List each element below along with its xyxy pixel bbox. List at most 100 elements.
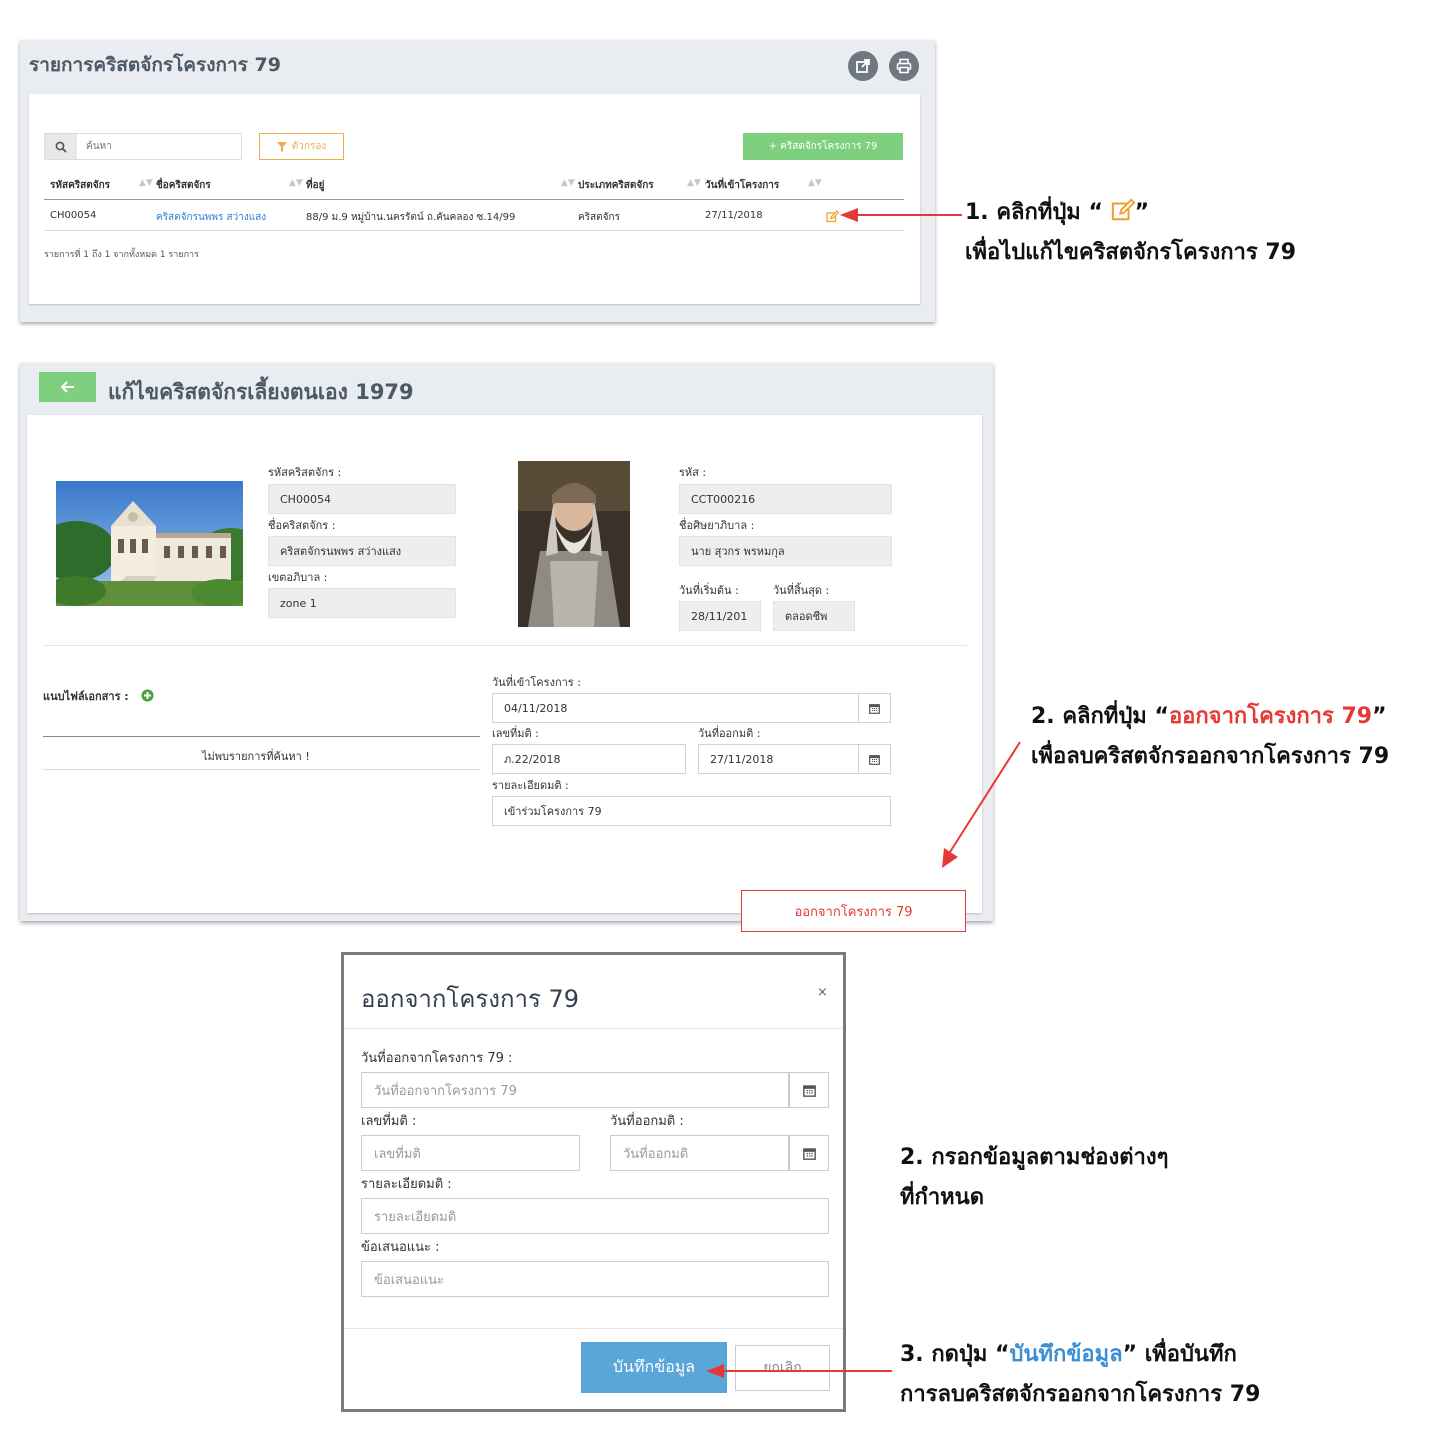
col-header-name[interactable]: ชื่อคริสตจักร [156,178,211,193]
search-icon [45,134,77,159]
attach-table-header-line [43,736,480,737]
annotation-step1-line2: เพื่อไปแก้ไขคริสตจักรโครงการ 79 [965,239,1296,265]
back-button[interactable] [39,372,96,402]
cell-name-link[interactable]: คริสตจักรนพพร สว่างแสง [156,210,266,225]
annotation-step2: 2. คลิกที่ปุ่ม “ออกจากโครงการ 79” เพื่อล… [1031,697,1389,776]
table-header-divider [44,199,904,200]
church-code-label: รหัสคริสตจักร : [268,466,342,479]
leave-date-label: วันที่ออกจากโครงการ 79 : [361,1051,513,1066]
plus-circle-icon [141,689,154,702]
annotation-step2b: 2. กรอกข้อมูลตามช่องต่างๆ ที่กำหนด [900,1138,1168,1217]
arrow-annotation-2 [942,741,1021,868]
external-link-icon [856,59,870,73]
col-header-join-date[interactable]: วันที่เข้าโครงการ [705,178,779,193]
suggestion-input[interactable]: ข้อเสนอแนะ [361,1261,829,1297]
calendar-icon [802,1147,816,1160]
annotation-step3-line2: การลบคริสตจักรออกจากโครงการ 79 [900,1381,1261,1407]
church-list-panel: รายการคริสตจักรโครงการ 79 ตัวกรอง + คริส… [20,40,935,322]
cell-address: 88/9 ม.9 หมู่บ้าน.นครรัตน์ ถ.คันคลอง ซ.1… [306,212,516,223]
export-button[interactable] [848,51,878,81]
detail-input[interactable]: รายละเอียดมติ [361,1198,829,1234]
search-input[interactable] [77,134,237,159]
church-photo [56,481,243,606]
no-result-text: ไม่พบรายการที่ค้นหา ! [202,750,310,763]
church-code-field: CH00054 [268,484,456,514]
cell-join-date: 27/11/2018 [705,210,763,221]
district-label: เขตอภิบาล : [268,571,328,584]
print-icon [896,58,912,74]
resolution-no-input[interactable]: เลขที่มติ [361,1135,580,1171]
detail-label: รายละเอียดมติ : [361,1177,452,1192]
filter-label: ตัวกรอง [291,141,327,152]
end-date-label: วันที่สิ้นสุด : [773,584,830,597]
resolution-date-input[interactable]: 27/11/2018 [698,744,859,774]
modal-footer-divider [344,1328,843,1329]
annotation-step3-prefix: 3. กดปุ่ม “ [900,1342,1010,1367]
resolution-no-label: เลขที่มติ : [361,1114,417,1129]
annotation-step1-suffix: ” [1134,200,1150,225]
resolution-date-input[interactable]: วันที่ออกมติ [610,1135,789,1171]
annotation-step2-prefix: 2. คลิกที่ปุ่ม “ [1031,704,1169,729]
detail-input[interactable]: เข้าร่วมโครงการ 79 [492,796,891,826]
district-field: zone 1 [268,588,456,618]
leave-project-button[interactable]: ออกจากโครงการ 79 [741,890,966,932]
col-header-code[interactable]: รหัสคริสตจักร [50,178,110,193]
sort-icon[interactable]: ▲▼ [561,178,575,188]
annotation-step3-suffix: ” เพื่อบันทึก [1122,1342,1237,1367]
section-divider [43,645,967,646]
end-date-field: ตลอดชีพ [773,601,855,631]
cell-type: คริสตจักร [578,212,620,223]
annotation-step2-line2: เพื่อลบคริสตจักรออกจากโครงการ 79 [1031,743,1390,769]
church-name-label: ชื่อคริสตจักร : [268,519,336,532]
arrow-left-icon [60,381,74,393]
pastor-field: นาย สุวกร พรหมกุล [679,536,892,566]
annotation-step1: 1. คลิกที่ปุ่ม “ ” เพื่อไปแก้ไขคริสตจักร… [965,193,1296,272]
sort-icon[interactable]: ▲▼ [687,178,701,188]
calendar-button[interactable] [859,693,891,723]
sort-icon[interactable]: ▲▼ [808,178,822,188]
col-header-type[interactable]: ประเภทคริสตจักร [578,178,654,193]
search-box[interactable] [44,133,242,160]
list-card: ตัวกรอง + คริสตจักรโครงการ 79 รหัสคริสตจ… [29,94,920,304]
sort-icon[interactable]: ▲▼ [289,178,303,188]
add-attachment-button[interactable] [141,687,154,706]
pastor-label: ชื่อศิษยาภิบาล : [679,519,755,532]
modal-title: ออกจากโครงการ 79 [361,985,580,1013]
annotation-step1-prefix: 1. คลิกที่ปุ่ม “ [965,200,1111,225]
filter-button[interactable]: ตัวกรอง [259,133,344,160]
resolution-date-label: วันที่ออกมติ : [698,727,761,740]
start-date-label: วันที่เริ่มต้น : [679,584,739,597]
arrow-annotation-1 [840,208,962,222]
edit-icon [1111,198,1135,221]
close-icon[interactable]: × [817,985,828,1000]
col-header-address[interactable]: ที่อยู่ [306,178,324,193]
resolution-no-input[interactable]: ภ.22/2018 [492,744,686,774]
start-date-field: 28/11/201 [679,601,761,631]
calendar-button[interactable] [789,1135,829,1171]
calendar-button[interactable] [789,1072,829,1108]
attach-label: แนบไฟล์เอกสาร : [43,690,129,703]
annotation-step2-suffix: ” [1372,704,1387,729]
add-church-button[interactable]: + คริสตจักรโครงการ 79 [743,133,903,160]
page-title: รายการคริสตจักรโครงการ 79 [29,54,281,76]
leave-date-input[interactable]: วันที่ออกจากโครงการ 79 [361,1072,789,1108]
resolution-date-label: วันที่ออกมติ : [610,1114,684,1129]
filter-icon [276,141,287,152]
calendar-icon [802,1084,816,1097]
detail-label: รายละเอียดมติ : [492,779,569,792]
annotation-step3: 3. กดปุ่ม “บันทึกข้อมูล” เพื่อบันทึก การ… [900,1335,1260,1414]
church-name-field: คริสตจักรนพพร สว่างแสง [268,536,456,566]
code-field: CCT000216 [679,484,892,514]
cell-code: CH00054 [50,210,97,221]
calendar-icon [869,703,880,714]
calendar-icon [869,754,880,765]
edit-church-panel: แก้ไขคริสตจักรเลี้ยงตนเอง 1979 รหัสคริสต… [20,363,993,932]
join-date-input[interactable]: 04/11/2018 [492,693,859,723]
annotation-step3-highlight: บันทึกข้อมูล [1009,1342,1123,1367]
sort-icon[interactable]: ▲▼ [139,178,153,188]
table-row-divider [44,230,904,231]
print-button[interactable] [889,51,919,81]
calendar-button[interactable] [859,744,891,774]
page-title: แก้ไขคริสตจักรเลี้ยงตนเอง 1979 [108,380,414,404]
edit-card: รหัสคริสตจักร : CH00054 ชื่อคริสตจักร : … [27,415,982,932]
